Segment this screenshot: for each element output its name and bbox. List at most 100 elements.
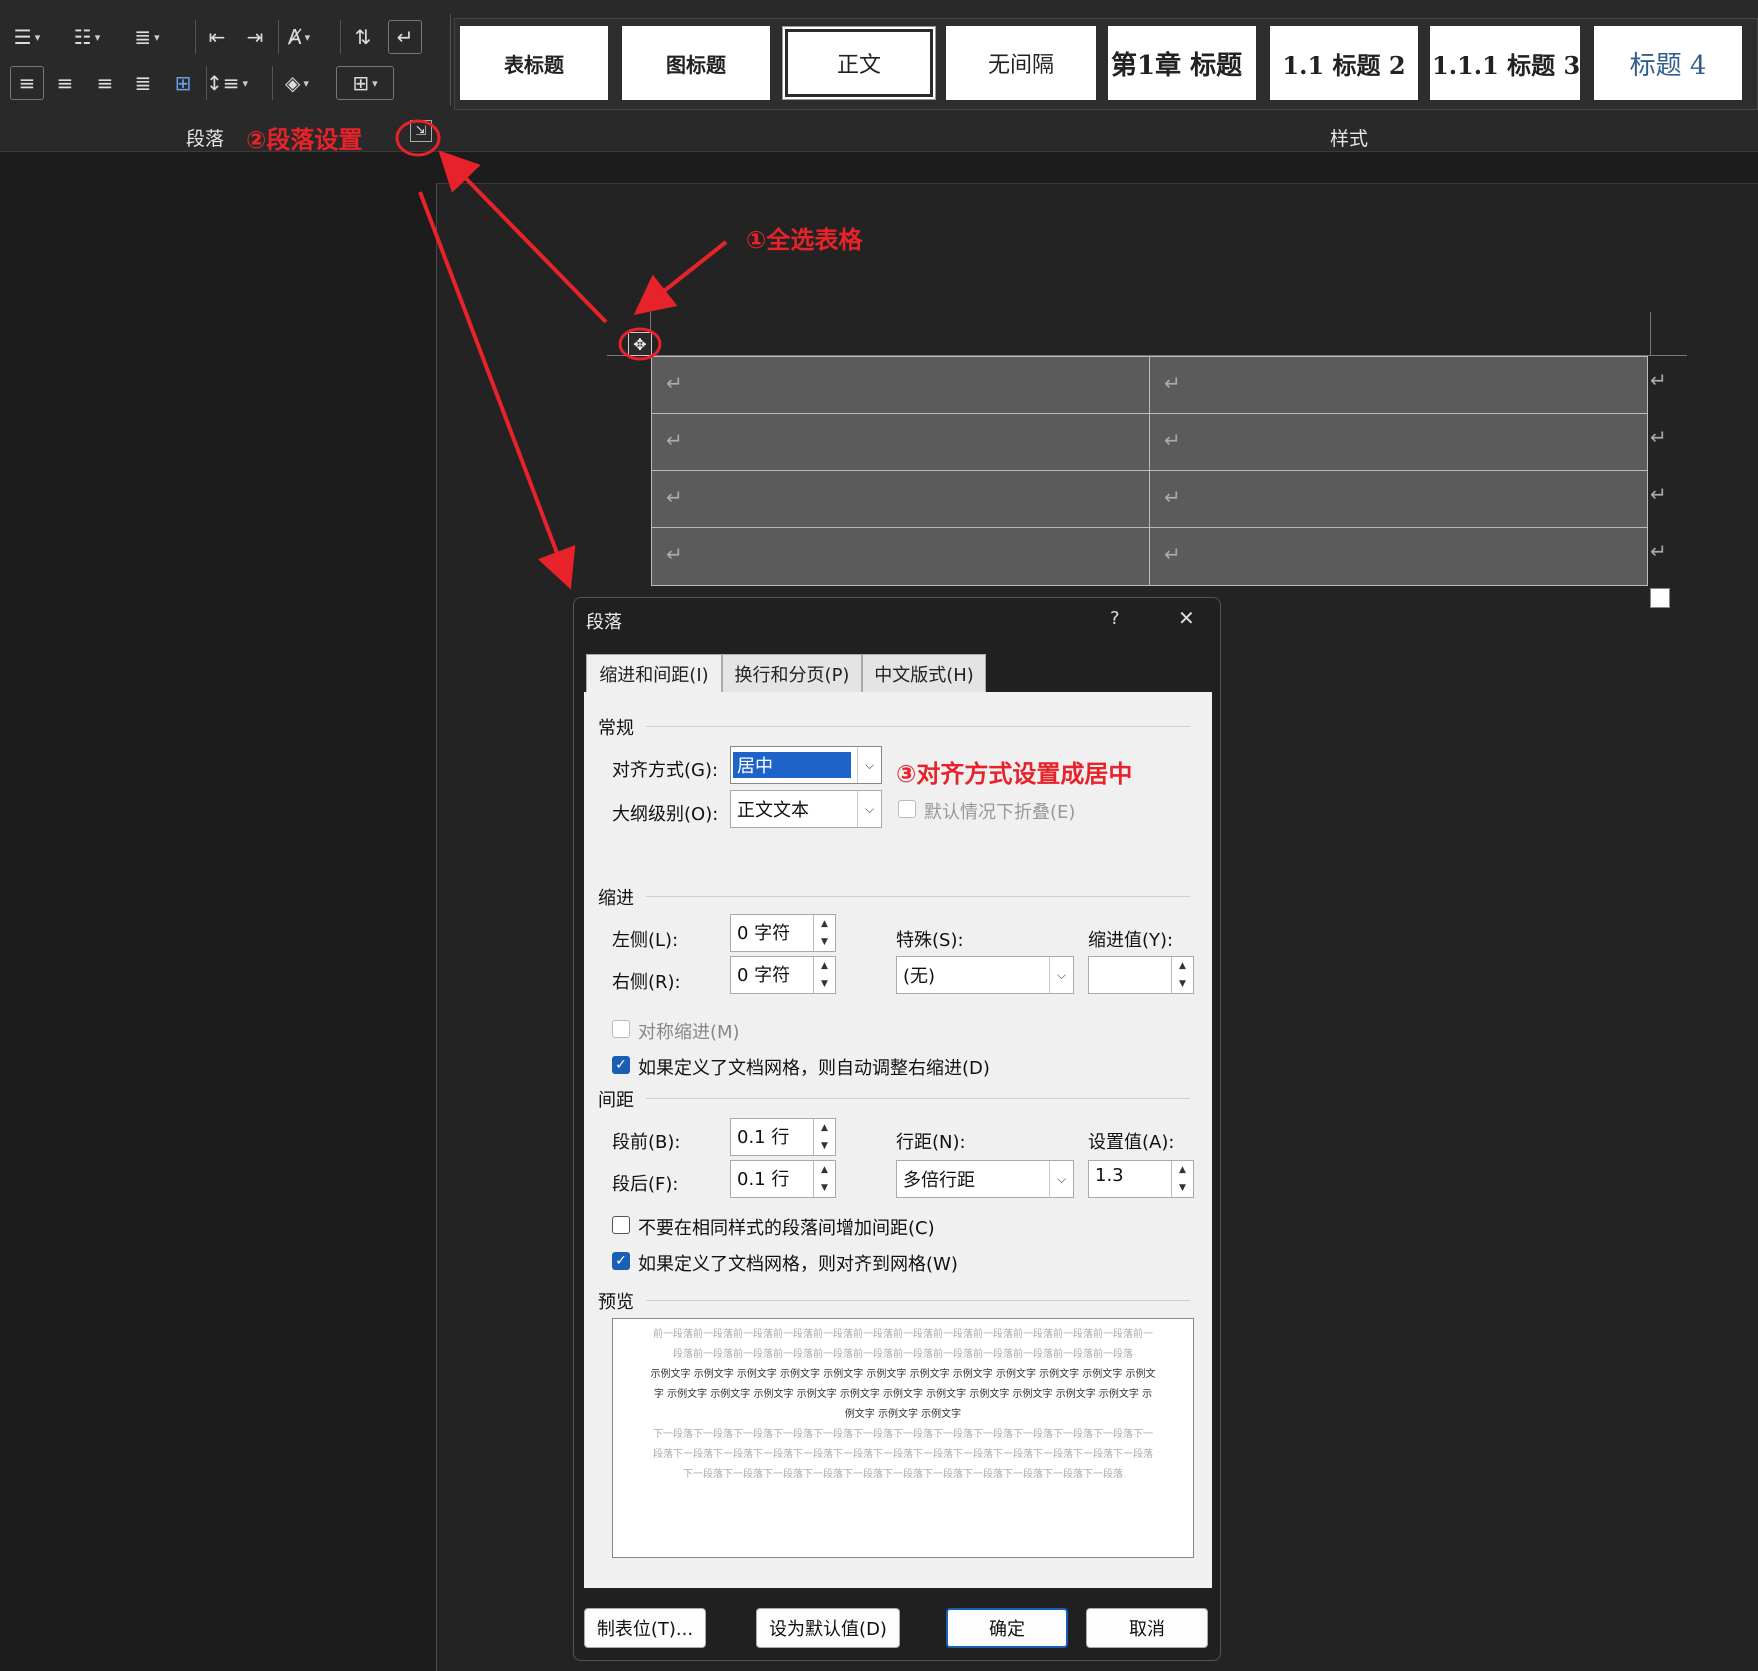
line-spacing-icon[interactable]: ↕≡ ▾ bbox=[206, 66, 248, 100]
paragraph-group-label: 段落 bbox=[186, 128, 225, 150]
outline-level-label: 大纲级别(O): bbox=[612, 804, 719, 825]
line-spacing-select[interactable]: 多倍行距 ⌵ bbox=[896, 1160, 1074, 1198]
distributed-icon[interactable]: ⊞ bbox=[166, 66, 200, 100]
style-heading-2[interactable]: 1.1 标题 2 bbox=[1270, 26, 1418, 100]
outline-level-value: 正文文本 bbox=[737, 800, 809, 821]
indent-by-label: 缩进值(Y): bbox=[1088, 930, 1174, 951]
style-heading-4[interactable]: 标题 4 bbox=[1594, 26, 1742, 100]
section-preview: 预览 bbox=[598, 1292, 634, 1313]
paragraph-mark: ↵ bbox=[1164, 485, 1181, 509]
preview-box: 前一段落前一段落前一段落前一段落前一段落前一段落前一段落前一段落前一段落前一段落… bbox=[612, 1318, 1194, 1558]
table-move-handle-icon[interactable]: ✥ bbox=[628, 332, 652, 356]
spin-buttons[interactable]: ▲ ▼ bbox=[813, 1161, 835, 1197]
align-right-icon[interactable]: ≡ bbox=[88, 66, 122, 100]
collapse-label: 默认情况下折叠(E) bbox=[924, 802, 1076, 823]
multilevel-list-icon[interactable]: ≣ ▾ bbox=[130, 20, 164, 54]
style-figure-caption[interactable]: 图标题 bbox=[622, 26, 770, 100]
section-spacing: 间距 bbox=[598, 1090, 634, 1111]
dialog-body: 常规 对齐方式(G): 居中 ⌵ ③对齐方式设置成居中 大纲级别(O): 正文文… bbox=[584, 692, 1212, 1588]
snap-to-grid-label: 如果定义了文档网格，则对齐到网格(W) bbox=[638, 1254, 958, 1275]
cancel-button[interactable]: 取消 bbox=[1086, 1608, 1208, 1648]
line-at-field[interactable]: 1.3 ▲ ▼ bbox=[1088, 1160, 1194, 1198]
right-indent-field[interactable]: 0 字符 ▲ ▼ bbox=[730, 956, 836, 994]
no-space-same-style-label: 不要在相同样式的段落间增加间距(C) bbox=[638, 1218, 935, 1239]
bullets-icon[interactable]: ☰ ▾ bbox=[10, 20, 44, 54]
paragraph-mark: ↵ bbox=[1164, 542, 1181, 566]
spin-buttons[interactable]: ▲ ▼ bbox=[1171, 957, 1193, 993]
style-table-caption[interactable]: 表标题 bbox=[460, 26, 608, 100]
space-before-field[interactable]: 0.1 行 ▲ ▼ bbox=[730, 1118, 836, 1156]
spin-buttons[interactable]: ▲ ▼ bbox=[813, 957, 835, 993]
spin-buttons[interactable]: ▲ ▼ bbox=[813, 915, 835, 951]
help-icon[interactable]: ? bbox=[1110, 608, 1120, 629]
numbering-icon[interactable]: ☷ ▾ bbox=[70, 20, 104, 54]
snap-to-grid-checkbox[interactable]: ✓ bbox=[612, 1252, 630, 1270]
line-at-value: 1.3 bbox=[1095, 1165, 1124, 1186]
paragraph-mark: ↵ bbox=[666, 428, 683, 452]
tabs-button[interactable]: 制表位(T)... bbox=[584, 1608, 706, 1648]
align-center-icon[interactable]: ≡ bbox=[48, 66, 82, 100]
paragraph-mark: ↵ bbox=[666, 542, 683, 566]
space-after-label: 段后(F): bbox=[612, 1174, 679, 1195]
close-icon[interactable]: ✕ bbox=[1178, 606, 1195, 630]
paragraph-mark: ↵ bbox=[1164, 371, 1181, 395]
table-cell[interactable]: ↵ bbox=[651, 413, 1150, 471]
table-cell[interactable]: ↵ bbox=[651, 356, 1150, 414]
table-resize-handle[interactable] bbox=[1650, 588, 1670, 608]
tab-asian-typography[interactable]: 中文版式(H) bbox=[862, 654, 986, 692]
set-default-button[interactable]: 设为默认值(D) bbox=[756, 1608, 900, 1648]
spin-buttons[interactable]: ▲ ▼ bbox=[1171, 1161, 1193, 1197]
sort-icon[interactable]: ⇅ bbox=[346, 20, 380, 54]
left-indent-label: 左侧(L): bbox=[612, 930, 679, 951]
preview-sample-text: 示例文字 示例文字 示例文字 示例文字 示例文字 示例文字 示例文字 示例文字 … bbox=[650, 1369, 1156, 1420]
style-normal[interactable]: 正文 bbox=[782, 26, 936, 100]
collapse-checkbox[interactable] bbox=[898, 800, 916, 818]
show-marks-icon[interactable]: ↵ bbox=[388, 20, 422, 54]
special-label: 特殊(S): bbox=[896, 930, 964, 951]
align-left-icon[interactable]: ≡ bbox=[10, 66, 44, 100]
table-cell[interactable]: ↵ bbox=[651, 527, 1150, 586]
alignment-select[interactable]: 居中 ⌵ bbox=[730, 746, 882, 784]
style-heading-1[interactable]: 第1章 标题 bbox=[1108, 26, 1256, 100]
space-after-field[interactable]: 0.1 行 ▲ ▼ bbox=[730, 1160, 836, 1198]
row-end-mark: ↵ bbox=[1650, 539, 1667, 563]
right-indent-label: 右侧(R): bbox=[612, 972, 681, 993]
style-no-spacing[interactable]: 无间隔 bbox=[946, 26, 1096, 100]
left-indent-field[interactable]: 0 字符 ▲ ▼ bbox=[730, 914, 836, 952]
paragraph-mark: ↵ bbox=[1164, 428, 1181, 452]
mirror-indent-checkbox[interactable] bbox=[612, 1020, 630, 1038]
paragraph-dialog: 段落 ? ✕ 缩进和间距(I) 换行和分页(P) 中文版式(H) 常规 对齐方式… bbox=[573, 597, 1221, 1661]
chevron-down-icon: ⌵ bbox=[1049, 1161, 1073, 1197]
tab-line-page-breaks[interactable]: 换行和分页(P) bbox=[722, 654, 862, 692]
alignment-value: 居中 bbox=[733, 752, 851, 778]
increase-indent-icon[interactable]: ⇥ bbox=[238, 20, 272, 54]
spin-buttons[interactable]: ▲ ▼ bbox=[813, 1119, 835, 1155]
outline-level-select[interactable]: 正文文本 ⌵ bbox=[730, 790, 882, 828]
special-select[interactable]: (无) ⌵ bbox=[896, 956, 1074, 994]
decrease-indent-icon[interactable]: ⇤ bbox=[200, 20, 234, 54]
annotation-step3: ③对齐方式设置成居中 bbox=[896, 760, 1133, 788]
space-before-value: 0.1 行 bbox=[737, 1127, 790, 1148]
ok-button[interactable]: 确定 bbox=[946, 1608, 1068, 1648]
tab-indents-spacing[interactable]: 缩进和间距(I) bbox=[586, 654, 722, 692]
right-indent-value: 0 字符 bbox=[737, 965, 791, 986]
auto-adjust-checkbox[interactable]: ✓ bbox=[612, 1056, 630, 1074]
table-cell[interactable]: ↵ bbox=[1149, 470, 1648, 528]
chevron-down-icon: ⌵ bbox=[857, 747, 881, 783]
table-cell[interactable]: ↵ bbox=[1149, 527, 1648, 586]
paragraph-dialog-launcher-icon[interactable]: ⇲ bbox=[410, 120, 432, 142]
asian-layout-icon[interactable]: Ⱥ ▾ bbox=[282, 20, 316, 54]
table-cell[interactable]: ↵ bbox=[1149, 356, 1648, 414]
no-space-same-style-checkbox[interactable] bbox=[612, 1216, 630, 1234]
style-heading-3[interactable]: 1.1.1 标题 3 bbox=[1430, 26, 1580, 100]
line-at-label: 设置值(A): bbox=[1088, 1132, 1175, 1153]
space-after-value: 0.1 行 bbox=[737, 1169, 790, 1190]
borders-icon[interactable]: ⊞ ▾ bbox=[336, 66, 394, 100]
table-cell[interactable]: ↵ bbox=[1149, 413, 1648, 471]
justify-icon[interactable]: ≣ bbox=[126, 66, 160, 100]
auto-adjust-label: 如果定义了文档网格，则自动调整右缩进(D) bbox=[638, 1058, 990, 1079]
indent-by-field[interactable]: ▲ ▼ bbox=[1088, 956, 1194, 994]
table-cell[interactable]: ↵ bbox=[651, 470, 1150, 528]
special-value: (无) bbox=[903, 966, 936, 987]
shading-icon[interactable]: ◈ ▾ bbox=[280, 66, 314, 100]
